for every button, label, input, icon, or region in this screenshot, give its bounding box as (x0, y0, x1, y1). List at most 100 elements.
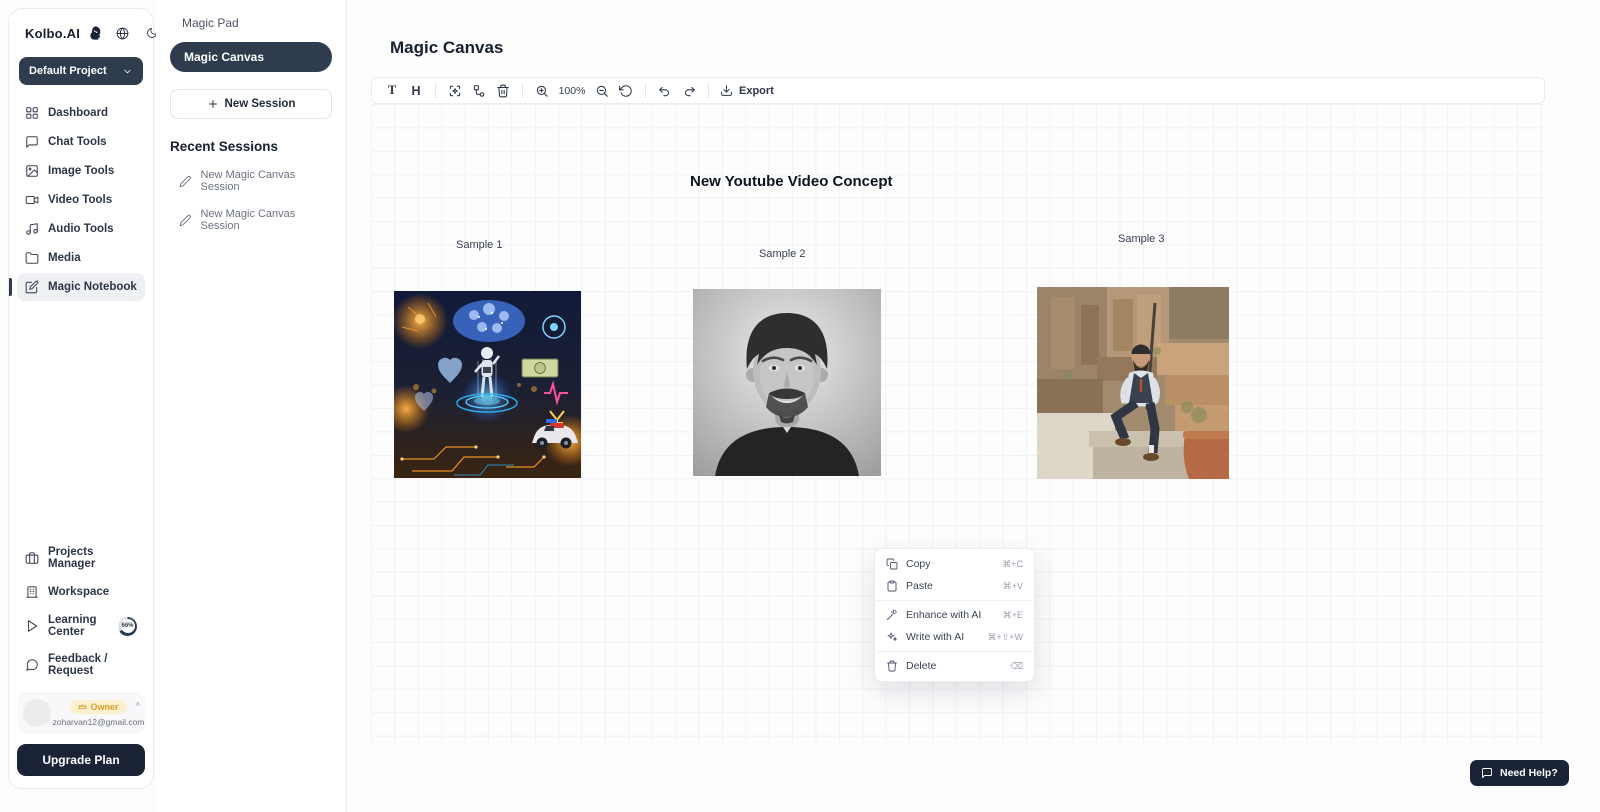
sample-1-image[interactable] (394, 291, 581, 478)
sample-2-image[interactable] (693, 289, 881, 476)
dashboard-icon (25, 106, 39, 120)
user-meta: Owner zoharvan12@gmail.com (58, 700, 139, 727)
video-tools-icon (25, 193, 39, 207)
text-tool-button[interactable]: T (380, 79, 404, 102)
user-email: zoharvan12@gmail.com (53, 717, 145, 727)
session-item-label: New Magic Canvas Session (200, 208, 332, 232)
sample-1-label[interactable]: Sample 1 (456, 239, 502, 251)
canvas-toolbar: T H 100% Export (371, 77, 1545, 104)
user-caret-icon: ˄ (135, 700, 140, 709)
paste-icon (886, 580, 898, 592)
learning-progress-value: 66% (121, 619, 135, 633)
need-help-button[interactable]: Need Help? (1470, 760, 1569, 786)
flow-icon (472, 84, 486, 98)
text-tool-glyph: T (388, 83, 396, 98)
sidebar-item-label: Dashboard (48, 107, 108, 119)
media-icon (25, 251, 39, 265)
sidebar-item-label: Workspace (48, 586, 109, 598)
sidebar-item-media[interactable]: Media (17, 244, 145, 272)
new-session-label: New Session (225, 98, 296, 110)
context-menu-item-paste[interactable]: Paste ⌘+V (875, 575, 1034, 597)
context-menu-shortcut: ⌘+⇧+W (987, 632, 1023, 643)
context-menu-label: Paste (906, 580, 933, 592)
zoom-in-icon (535, 84, 549, 98)
sidebar: Kolbo.AI Default Project Dashboard Chat … (8, 8, 154, 789)
ai-select-icon (448, 84, 462, 98)
project-selector-label: Default Project (29, 65, 107, 77)
toolbar-divider (708, 83, 709, 98)
context-menu: Copy ⌘+C Paste ⌘+V Enhance with AI ⌘+E W… (874, 548, 1035, 682)
sidebar-item-label: Projects Manager (48, 546, 137, 570)
undo-button[interactable] (653, 79, 677, 102)
heading-tool-glyph: H (411, 84, 420, 98)
sidebar-item-chat-tools[interactable]: Chat Tools (17, 128, 145, 156)
toolbar-divider (645, 83, 646, 98)
context-menu-item-copy[interactable]: Copy ⌘+C (875, 553, 1034, 575)
image-tools-icon (25, 164, 39, 178)
sidebar-item-magic-notebook[interactable]: Magic Notebook (17, 273, 145, 301)
sidebar-item-label: Video Tools (48, 194, 112, 206)
context-menu-shortcut: ⌫ (1010, 661, 1023, 672)
feedback-icon (25, 658, 39, 672)
project-selector[interactable]: Default Project (19, 57, 143, 85)
trash-icon (886, 660, 898, 672)
export-label: Export (739, 85, 774, 97)
sidebar-item-image-tools[interactable]: Image Tools (17, 157, 145, 185)
copy-icon (886, 558, 898, 570)
context-menu-shortcut: ⌘+C (1002, 559, 1023, 570)
delete-tool-button[interactable] (491, 79, 515, 102)
context-menu-divider (875, 600, 1034, 601)
sidebar-item-learning-center[interactable]: Learning Center 66% (17, 607, 145, 645)
app-root: Kolbo.AI Default Project Dashboard Chat … (0, 0, 1600, 812)
flow-connector-button[interactable] (467, 79, 491, 102)
need-help-label: Need Help? (1500, 767, 1558, 779)
chevron-down-icon (122, 66, 133, 77)
pencil-icon (179, 175, 191, 188)
sidebar-item-video-tools[interactable]: Video Tools (17, 186, 145, 214)
role-badge-label: Owner (90, 702, 118, 712)
crown-icon (78, 702, 87, 711)
context-menu-shortcut: ⌘+V (1003, 581, 1023, 592)
user-card[interactable]: Owner zoharvan12@gmail.com ˄ (17, 692, 145, 734)
sidebar-item-dashboard[interactable]: Dashboard (17, 99, 145, 127)
session-list-item[interactable]: New Magic Canvas Session (170, 208, 332, 232)
session-list-item[interactable]: New Magic Canvas Session (170, 169, 332, 193)
tab-magic-canvas[interactable]: Magic Canvas (170, 42, 332, 72)
context-menu-label: Copy (906, 558, 931, 570)
sidebar-item-audio-tools[interactable]: Audio Tools (17, 215, 145, 243)
redo-button[interactable] (677, 79, 701, 102)
sample-3-label[interactable]: Sample 3 (1118, 233, 1164, 245)
context-menu-shortcut: ⌘+E (1003, 610, 1023, 621)
zoom-in-button[interactable] (530, 79, 554, 102)
export-button[interactable]: Export (716, 84, 778, 97)
zoom-out-button[interactable] (590, 79, 614, 102)
sidebar-item-projects-manager[interactable]: Projects Manager (17, 539, 145, 577)
ai-select-button[interactable] (443, 79, 467, 102)
tab-magic-pad[interactable]: Magic Pad (170, 14, 332, 30)
canvas-heading[interactable]: New Youtube Video Concept (690, 173, 893, 190)
session-panel: Magic Pad Magic Canvas New Session Recen… (156, 0, 347, 812)
learning-center-icon (25, 619, 39, 633)
context-menu-label: Delete (906, 660, 936, 672)
avatar (23, 699, 51, 727)
reset-view-button[interactable] (614, 79, 638, 102)
learning-progress-ring: 66% (118, 617, 137, 636)
redo-icon (682, 84, 696, 98)
sparkles-icon (886, 631, 898, 643)
upgrade-plan-button[interactable]: Upgrade Plan (17, 744, 145, 776)
sidebar-item-workspace[interactable]: Workspace (17, 578, 145, 606)
globe-icon[interactable] (116, 27, 129, 40)
context-menu-item-enhance-with-ai[interactable]: Enhance with AI ⌘+E (875, 604, 1034, 626)
sample-2-label[interactable]: Sample 2 (759, 248, 805, 260)
context-menu-item-write-with-ai[interactable]: Write with AI ⌘+⇧+W (875, 626, 1034, 648)
sample-3-image[interactable] (1037, 287, 1229, 479)
context-menu-item-delete[interactable]: Delete ⌫ (875, 655, 1034, 677)
toolbar-divider (522, 83, 523, 98)
trash-icon (496, 84, 510, 98)
brand-logo: Kolbo.AI (25, 26, 80, 41)
heading-tool-button[interactable]: H (404, 79, 428, 102)
sidebar-item-label: Image Tools (48, 165, 114, 177)
new-session-button[interactable]: New Session (170, 89, 332, 119)
sidebar-item-label: Feedback / Request (48, 653, 137, 677)
sidebar-item-feedback[interactable]: Feedback / Request (17, 646, 145, 684)
